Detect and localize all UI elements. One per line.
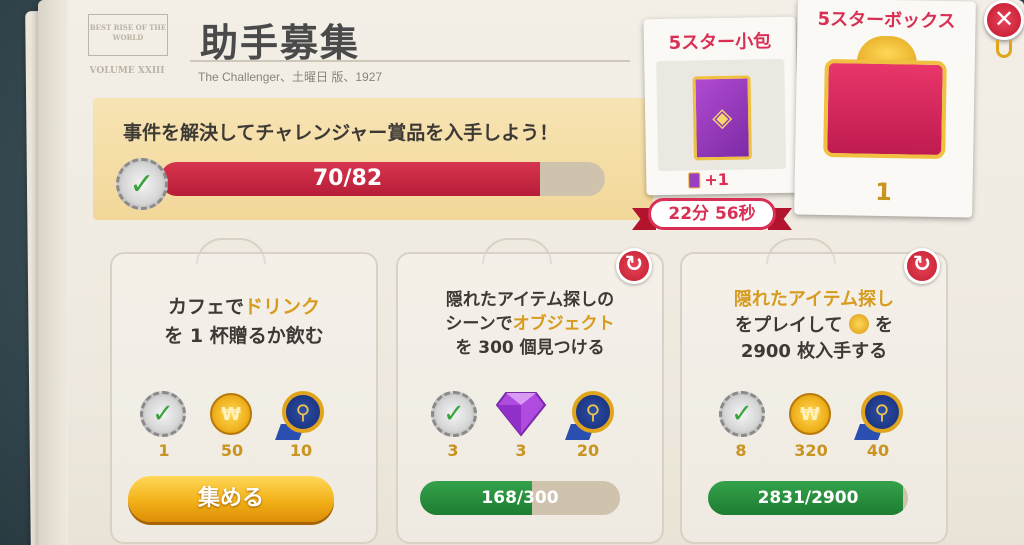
refresh-task-2-button[interactable]: ↻ (616, 248, 652, 284)
challenge-progress-text: 70/82 (312, 166, 383, 191)
task-3-line-3: 2900 枚入手する (740, 341, 888, 362)
pack-book-icon: ◈ (692, 75, 752, 161)
task-1-reward-coins: 50 (220, 441, 244, 460)
task-3-progress-bar: 2831/2900 (708, 481, 908, 515)
check-badge-icon: ✓ (140, 391, 186, 437)
masthead-logo: BEST RISE OF THE WORLD (88, 14, 168, 56)
pack-timer-ribbon: 22分 56秒 (632, 196, 792, 232)
page-subtitle: The Challenger、土曜日 版、1927 (198, 70, 383, 84)
five-star-pack-card[interactable]: 5スター小包 ◈ +1 (643, 16, 799, 196)
pack-plus-count: +1 (704, 169, 729, 190)
box-title: 5スターボックス (817, 8, 956, 33)
magnifier-medal-icon: ⚲ (572, 391, 614, 433)
masthead-volume: VOLUME XXIII (89, 66, 165, 76)
pack-timer: 22分 56秒 (648, 198, 776, 230)
task-3-progress-text: 2831/2900 (757, 488, 859, 508)
close-button[interactable]: ✕ (984, 0, 1024, 40)
gem-icon (495, 392, 547, 437)
challenge-progress-bar: 70/82 (160, 162, 605, 196)
page-title: 助手募集 (200, 21, 361, 65)
coin-icon: ₩ (210, 393, 252, 435)
task-3-reward-coins: 320 (794, 441, 828, 460)
gift-box-icon (823, 58, 947, 160)
task-3-reward-medals: 40 (866, 441, 890, 460)
task-2-progress-text: 168/300 (481, 488, 559, 508)
check-badge-icon: ✓ (719, 391, 765, 437)
task-2-progress-bar: 168/300 (420, 481, 620, 515)
task-1-line-2: を 1 杯贈るか飲む (164, 325, 324, 347)
task-3-line-1: 隠れたアイテム探し (733, 289, 895, 310)
close-hook-decoration (996, 40, 1012, 58)
task-3-line-2: をプレイして を (734, 314, 894, 336)
coin-icon: ₩ (789, 393, 831, 435)
task-3-reward-check: 8 (735, 441, 747, 460)
challenge-banner (93, 98, 653, 220)
challenge-check-icon: ✓ (116, 158, 168, 210)
task-2-reward-medals: 20 (576, 441, 600, 460)
task-2-reward-check: 3 (447, 441, 459, 460)
inline-coin-icon (848, 314, 869, 334)
title-divider (190, 60, 630, 62)
five-star-box-card[interactable]: 5スターボックス 1 (794, 0, 976, 218)
magnifier-medal-icon: ⚲ (861, 391, 903, 433)
pack-mini-book-icon (688, 172, 701, 189)
task-1-reward-medals: 10 (289, 441, 313, 460)
task-1-reward-check: 1 (158, 441, 170, 460)
task-2-reward-gems: 3 (515, 441, 527, 460)
pack-title: 5スター小包 (668, 31, 772, 54)
challenge-text: 事件を解決してチャレンジャー賞品を入手しよう！ (123, 122, 559, 144)
magnifier-medal-icon: ⚲ (282, 391, 324, 433)
task-2-line-3: を 300 個見つける (455, 338, 605, 358)
box-count: 1 (874, 177, 893, 207)
check-badge-icon: ✓ (431, 391, 477, 437)
refresh-task-3-button[interactable]: ↻ (904, 248, 940, 284)
collect-button[interactable]: 集める (128, 476, 334, 522)
task-1-line-1: カフェでドリンク (167, 296, 321, 318)
